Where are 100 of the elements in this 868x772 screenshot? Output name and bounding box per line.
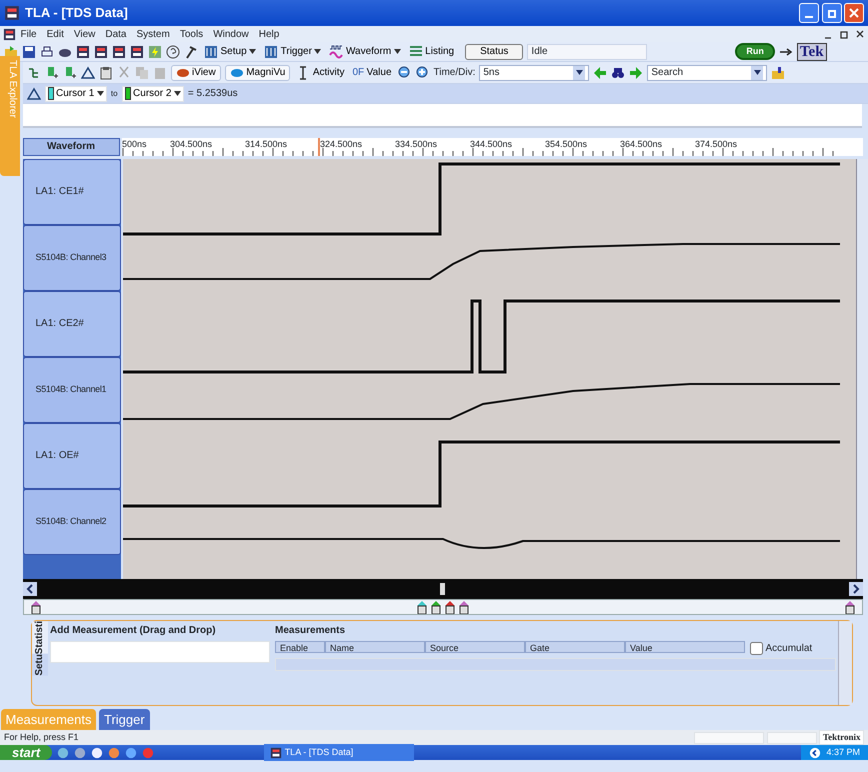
quick-launch-icon[interactable] <box>91 746 104 758</box>
quick-launch-icon[interactable] <box>57 746 70 758</box>
signal-label[interactable]: S5104B: Channel3 <box>22 224 120 290</box>
app-icon <box>2 28 16 40</box>
horizontal-scrollbar[interactable] <box>22 578 863 598</box>
signal-label[interactable]: LA1: CE1# <box>22 158 120 224</box>
menu-item[interactable]: Edit <box>42 26 69 42</box>
column-header[interactable]: Gate <box>525 640 625 652</box>
clipboard-icon[interactable] <box>98 66 112 80</box>
tree-icon[interactable] <box>26 66 40 80</box>
window-title: TLA - [TDS Data] <box>25 4 128 22</box>
signal-label[interactable]: LA1: OE# <box>22 422 120 488</box>
search-dropdown[interactable]: Search <box>647 64 768 80</box>
scroll-left-icon[interactable] <box>22 582 36 596</box>
scroll-thumb[interactable] <box>440 582 446 594</box>
tick-label: 334.500ns <box>395 138 438 151</box>
hammer-icon[interactable] <box>184 44 198 58</box>
caret-icon <box>394 49 401 54</box>
panel-icon[interactable] <box>76 44 90 58</box>
menu-item[interactable]: System <box>131 26 175 42</box>
marker-icon[interactable] <box>456 600 471 614</box>
cursor-swatch <box>48 87 54 100</box>
accumulate-checkbox[interactable] <box>750 642 763 654</box>
panel-icon[interactable] <box>94 44 108 58</box>
restore-button[interactable] <box>822 3 842 23</box>
tab[interactable]: Trigger <box>98 708 150 730</box>
caret-icon <box>576 70 583 75</box>
trigger-button[interactable]: Trigger <box>262 44 324 58</box>
close-button[interactable] <box>855 29 865 39</box>
panel-tab[interactable]: Setu <box>32 654 48 676</box>
run-button[interactable]: Run <box>735 43 775 60</box>
cursor-dropdown[interactable]: Cursor 1 <box>44 86 107 102</box>
column-header[interactable]: Enable <box>275 640 325 652</box>
quick-launch-icon[interactable] <box>125 746 138 758</box>
brand-logo: Tek <box>796 42 827 60</box>
app-icon <box>270 746 282 758</box>
binoculars-icon[interactable] <box>611 66 626 80</box>
listing-button[interactable]: Listing <box>406 44 456 58</box>
marker-icon[interactable] <box>442 600 457 614</box>
mode-button[interactable]: MagniVu <box>224 64 290 80</box>
signal-label[interactable]: S5104B: Channel2 <box>22 488 120 554</box>
menu-item[interactable]: Tools <box>174 26 208 42</box>
cursor-dropdown[interactable]: Cursor 2 <box>122 86 184 102</box>
mode-button[interactable]: 0F Value <box>350 66 394 80</box>
marker-icon[interactable] <box>428 600 443 614</box>
folder-icon[interactable] <box>771 66 786 80</box>
column-header[interactable]: Name <box>325 640 425 652</box>
caret-icon <box>754 70 761 75</box>
setup-button[interactable]: Setup <box>202 44 258 58</box>
print-icon[interactable] <box>40 44 54 58</box>
menu-item[interactable]: Help <box>254 26 284 42</box>
listing-icon <box>408 44 423 58</box>
panel-tab[interactable]: Statisti <box>32 620 48 654</box>
caret-icon <box>96 91 104 96</box>
tick-label: 374.500ns <box>695 138 738 151</box>
zoom-in-icon[interactable] <box>416 66 430 80</box>
menu-item[interactable]: File <box>16 26 42 42</box>
clock: 4:37 PM <box>826 746 860 759</box>
signal-label[interactable]: S5104B: Channel1 <box>22 356 120 422</box>
signal-label[interactable]: LA1: CE2# <box>22 290 120 356</box>
time-div-dropdown[interactable]: 5ns <box>479 64 590 80</box>
waveform-button[interactable]: Waveform <box>327 44 403 58</box>
delta-icon[interactable] <box>26 86 40 100</box>
menu-item[interactable]: Window <box>208 26 254 42</box>
column-header[interactable]: Source <box>425 640 525 652</box>
marker-icon[interactable] <box>414 600 429 614</box>
marker-icon[interactable] <box>28 600 42 614</box>
vertical-scrollbar[interactable] <box>838 620 852 704</box>
mode-button[interactable]: Activity <box>294 66 346 80</box>
panel-icon[interactable] <box>112 44 126 58</box>
taskbar-button[interactable]: TLA - [TDS Data] <box>264 744 414 761</box>
tick-label: 314.500ns <box>245 138 288 151</box>
caret-icon <box>249 49 256 54</box>
scroll-right-icon[interactable] <box>849 582 863 596</box>
panel-icon[interactable] <box>130 44 144 58</box>
quick-launch-icon[interactable] <box>74 746 86 758</box>
start-button[interactable]: start <box>0 745 52 760</box>
mode-button[interactable]: iView <box>170 64 221 80</box>
trigger-icon <box>264 44 278 58</box>
caret-icon <box>174 91 181 96</box>
expand-tray-icon[interactable] <box>809 746 822 758</box>
menu-item[interactable]: Data <box>100 26 132 42</box>
tick-label: 344.500ns <box>470 138 512 151</box>
save-icon[interactable] <box>22 44 36 58</box>
minimize-icon <box>805 16 813 18</box>
menu-item[interactable]: View <box>68 26 100 42</box>
quick-launch-icon[interactable] <box>108 746 120 758</box>
delta-icon[interactable] <box>80 66 94 80</box>
section-title: Measurements <box>275 624 346 638</box>
vertical-scrollbar[interactable] <box>856 158 868 578</box>
help-icon[interactable] <box>166 44 180 58</box>
tick-label: 354.500ns <box>545 138 588 151</box>
column-header: Waveform <box>22 138 120 156</box>
column-header[interactable]: Value <box>625 640 745 652</box>
tick-label: 324.500ns <box>320 138 362 151</box>
cursor-line <box>318 138 320 156</box>
zoom-out-icon[interactable] <box>398 66 412 80</box>
restore-button[interactable] <box>839 29 849 39</box>
status-button[interactable]: Status <box>465 44 524 60</box>
marker-icon[interactable] <box>843 600 857 614</box>
